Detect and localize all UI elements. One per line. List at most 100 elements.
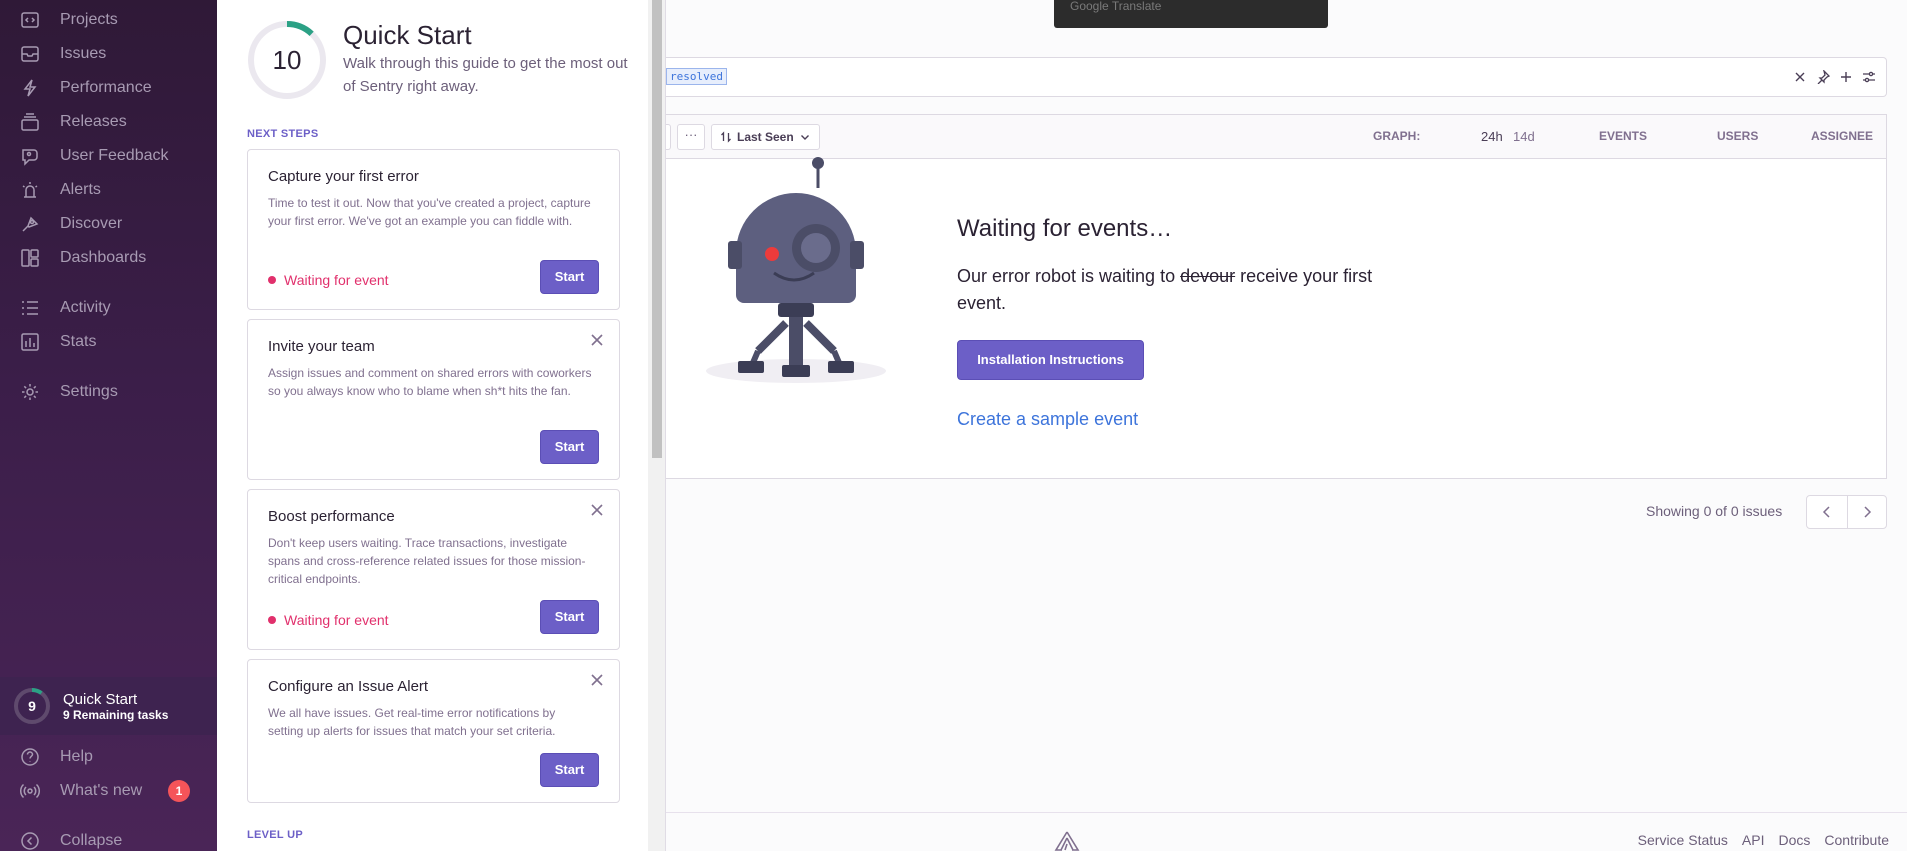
activity-icon <box>22 301 38 315</box>
sidebar-item-settings[interactable]: Settings <box>20 378 210 406</box>
issues-icon <box>21 46 39 62</box>
sidebar-item-label: Releases <box>60 113 127 130</box>
sidebar-item-dashboards[interactable]: Dashboards <box>20 244 210 272</box>
task-description: We all have issues. Get real-time error … <box>268 706 556 738</box>
panel-title: Quick Start <box>343 20 472 50</box>
task-card-boost-performance[interactable]: Boost performance Don't keep users waiti… <box>247 489 620 650</box>
start-button[interactable]: Start <box>540 753 599 787</box>
sort-dropdown[interactable]: Last Seen <box>711 124 820 150</box>
task-title: Boost performance <box>268 508 395 525</box>
start-button[interactable]: Start <box>540 260 599 294</box>
previous-page-button[interactable] <box>1807 496 1847 528</box>
close-icon[interactable] <box>589 332 605 348</box>
assignee-column: ASSIGNEE <box>1811 129 1874 143</box>
close-icon[interactable] <box>589 672 605 688</box>
footer: Service Status API Docs Contribute <box>666 812 1907 851</box>
sidebar-item-label: Issues <box>60 45 107 62</box>
task-card-issue-alert[interactable]: Configure an Issue Alert We all have iss… <box>247 659 620 803</box>
add-icon[interactable] <box>1839 70 1853 84</box>
sidebar-item-whats-new[interactable]: What's new 1 <box>20 777 210 805</box>
panel-description: Walk through this guide to get the most … <box>343 55 628 95</box>
task-card-capture-error[interactable]: Capture your first error Time to test it… <box>247 149 620 310</box>
footer-link-docs[interactable]: Docs <box>1779 832 1811 848</box>
graph-14d-option[interactable]: 14d <box>1513 129 1535 144</box>
clear-search-icon[interactable] <box>1793 70 1807 84</box>
scrollbar-thumb[interactable] <box>652 0 662 458</box>
issues-results: ··· Last Seen GRAPH: 24h 14d EVENTS USER… <box>666 114 1887 479</box>
help-icon <box>21 748 39 766</box>
task-title: Invite your team <box>268 338 375 355</box>
releases-icon <box>21 113 39 131</box>
graph-24h-option[interactable]: 24h <box>1481 129 1503 144</box>
sidebar-item-stats[interactable]: Stats <box>20 328 210 356</box>
search-bar[interactable]: resolved <box>666 57 1887 97</box>
more-actions-button[interactable]: ··· <box>677 124 705 150</box>
installation-instructions-button[interactable]: Installation Instructions <box>957 340 1144 380</box>
sidebar-item-releases[interactable]: Releases <box>20 108 210 136</box>
sidebar-item-alerts[interactable]: Alerts <box>20 176 210 204</box>
panel-scrollbar[interactable] <box>648 0 665 851</box>
graph-label: GRAPH: <box>1373 129 1421 143</box>
search-token[interactable]: resolved <box>666 68 727 85</box>
create-sample-event-link[interactable]: Create a sample event <box>957 409 1138 430</box>
quick-start-progress-ring: 9 <box>13 687 51 725</box>
struck-word: devour <box>1180 266 1236 286</box>
task-description: Don't keep users waiting. Trace transact… <box>268 536 586 586</box>
quick-start-remaining: 9 Remaining tasks <box>63 707 169 722</box>
sidebar-item-help[interactable]: Help <box>20 743 210 771</box>
close-icon[interactable] <box>589 502 605 518</box>
user-feedback-icon <box>22 149 38 166</box>
task-title: Configure an Issue Alert <box>268 678 429 695</box>
sidebar-item-label: Performance <box>60 79 152 96</box>
footer-link-service-status[interactable]: Service Status <box>1638 832 1728 848</box>
users-column: USERS <box>1717 129 1759 143</box>
footer-link-api[interactable]: API <box>1742 832 1765 848</box>
status-dot-icon <box>268 276 276 284</box>
sidebar-collapse[interactable]: Collapse <box>20 827 210 851</box>
waiting-robot-illustration <box>706 157 886 383</box>
stats-icon <box>21 333 39 351</box>
task-description: Assign issues and comment on shared erro… <box>268 366 592 398</box>
empty-state-title: Waiting for events… <box>957 215 1173 242</box>
sidebar-item-user-feedback[interactable]: User Feedback <box>20 142 210 170</box>
projects-icon <box>21 12 39 28</box>
sort-icon <box>721 131 731 143</box>
sidebar-quick-start[interactable]: 9 Quick Start 9 Remaining tasks <box>0 677 217 735</box>
status-dot-icon <box>268 616 276 624</box>
chevron-down-icon <box>800 135 809 140</box>
level-up-label: LEVEL UP <box>247 829 303 841</box>
translate-label: Google Translate <box>1070 0 1162 13</box>
task-status: Waiting for event <box>268 612 389 628</box>
sidebar-item-label: Stats <box>60 333 97 350</box>
quick-start-title: Quick Start <box>63 690 138 708</box>
sidebar-item-label: Alerts <box>60 181 101 198</box>
pagination <box>1806 495 1887 529</box>
task-title: Capture your first error <box>268 168 419 185</box>
task-status: Waiting for event <box>268 272 389 288</box>
sidebar-item-label: What's new <box>60 782 143 799</box>
sidebar-item-activity[interactable]: Activity <box>20 294 210 322</box>
pin-icon[interactable] <box>1816 70 1830 84</box>
sidebar-item-issues[interactable]: Issues <box>20 40 210 68</box>
sidebar-item-discover[interactable]: Discover <box>20 210 210 238</box>
pagination-summary: Showing 0 of 0 issues <box>1646 503 1783 519</box>
events-column: EVENTS <box>1599 129 1648 143</box>
dashboards-icon <box>21 249 39 267</box>
sidebar-item-performance[interactable]: Performance <box>20 74 210 102</box>
footer-link-contribute[interactable]: Contribute <box>1824 832 1889 848</box>
settings-icon <box>22 384 38 400</box>
filter-settings-icon[interactable] <box>1862 70 1876 84</box>
bulk-action-button[interactable] <box>666 124 671 150</box>
sidebar-item-projects[interactable]: Projects <box>20 6 210 34</box>
quick-start-count: 9 <box>28 698 36 714</box>
sidebar-item-label: Settings <box>60 383 118 400</box>
quick-start-panel: 10 Quick Start Walk through this guide t… <box>217 0 666 851</box>
broadcast-icon <box>20 783 40 799</box>
task-card-invite-team[interactable]: Invite your team Assign issues and comme… <box>247 319 620 480</box>
sidebar-item-label: Discover <box>60 215 123 232</box>
chevron-left-icon <box>1822 506 1830 518</box>
next-page-button[interactable] <box>1846 496 1887 528</box>
discover-icon <box>22 216 39 232</box>
start-button[interactable]: Start <box>540 600 599 634</box>
start-button[interactable]: Start <box>540 430 599 464</box>
